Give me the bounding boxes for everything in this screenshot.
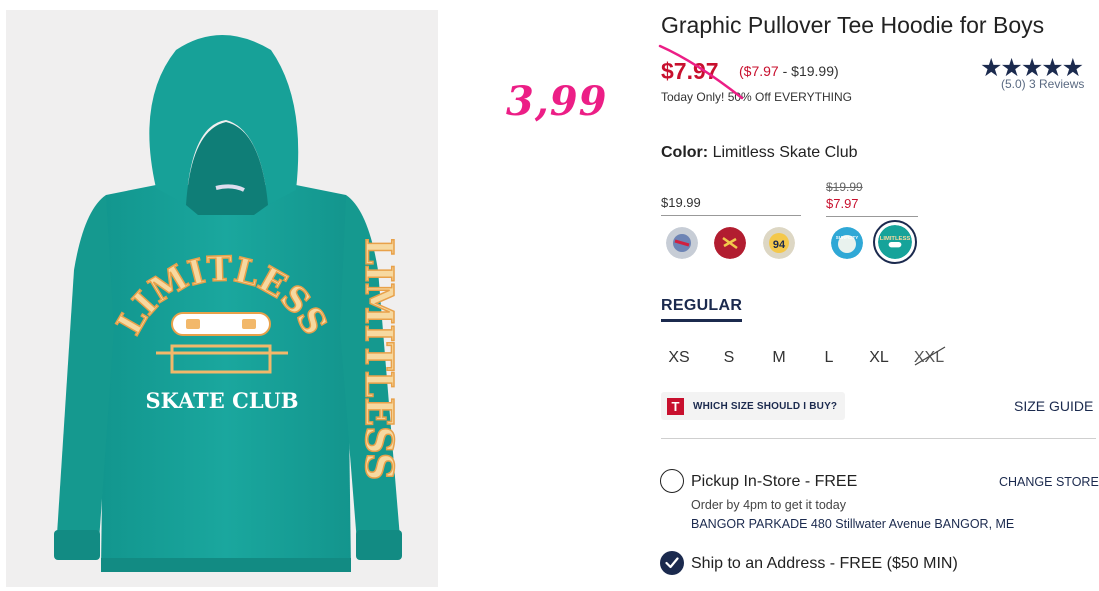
t-logo-icon: T	[667, 397, 684, 415]
price-range: ($7.97 - $19.99)	[739, 63, 839, 79]
checkmark-icon	[665, 557, 679, 569]
swatch-5-selected[interactable]: LIMITLESS	[873, 220, 917, 264]
size-guide-link[interactable]: SIZE GUIDE	[1014, 398, 1093, 414]
handwritten-price-note: 3,99	[506, 78, 608, 125]
swatch-4-icon: SURFCITY	[831, 227, 863, 259]
product-image[interactable]: LIMITLESS SKATE CLUB LIMITLESS	[6, 10, 438, 587]
hoodie-illustration: LIMITLESS SKATE CLUB LIMITLESS	[6, 10, 438, 587]
ship-checked-radio[interactable]	[660, 551, 684, 575]
price-range-dash: -	[778, 63, 792, 79]
color-label-row: Color: Limitless Skate Club	[661, 144, 858, 162]
color-value: Limitless Skate Club	[712, 144, 858, 161]
size-xl[interactable]: XL	[859, 349, 899, 367]
product-title: Graphic Pullover Tee Hoodie for Boys	[661, 12, 1045, 38]
swatch-5-text: LIMITLESS	[880, 236, 911, 242]
size-s[interactable]: S	[709, 349, 749, 367]
order-by-text: Order by 4pm to get it today	[691, 498, 846, 512]
swatch-3-icon: 94	[763, 227, 795, 259]
chest-subtitle-text: SKATE CLUB	[145, 388, 298, 413]
pickup-label[interactable]: Pickup In-Store - FREE	[691, 473, 857, 491]
sale-price: $7.97	[661, 58, 719, 84]
size-xs[interactable]: XS	[659, 349, 699, 367]
reviews-link[interactable]: (5.0) 3 Reviews	[1001, 77, 1084, 91]
size-xxl-unavailable[interactable]: XXL	[909, 346, 949, 367]
swatch-group-sale-price: $19.99 $7.97	[826, 180, 918, 217]
swatch-1-icon	[666, 227, 698, 259]
which-size-button[interactable]: T WHICH SIZE SHOULD I BUY?	[661, 392, 846, 420]
group-price: $19.99	[661, 195, 701, 210]
swatch-2[interactable]	[714, 227, 746, 259]
pickup-radio[interactable]	[660, 469, 684, 493]
swatch-2-icon	[714, 227, 746, 259]
change-store-link[interactable]: CHANGE STORE	[999, 475, 1099, 489]
which-size-label: WHICH SIZE SHOULD I BUY?	[693, 400, 838, 412]
group-original-price: $19.99	[826, 180, 863, 194]
group-sale-price: $7.97	[826, 196, 859, 211]
swatch-4[interactable]: SURFCITY	[831, 227, 863, 259]
swatch-1[interactable]	[666, 227, 698, 259]
size-l[interactable]: L	[809, 349, 849, 367]
store-address: BANGOR PARKADE 480 Stillwater Avenue BAN…	[691, 517, 1015, 531]
color-label: Color:	[661, 144, 709, 161]
strike-through-icon	[914, 346, 946, 366]
ship-to-address-label[interactable]: Ship to an Address - FREE ($50 MIN)	[691, 555, 958, 573]
promo-text: Today Only! 50% Off EVERYTHING	[661, 90, 852, 104]
tab-regular[interactable]: REGULAR	[661, 297, 743, 322]
swatch-5-icon: LIMITLESS	[878, 225, 912, 259]
swatch-3[interactable]: 94	[763, 227, 795, 259]
swatch-group-regular-price: $19.99	[661, 195, 801, 216]
size-m[interactable]: M	[759, 349, 799, 367]
swatch-4-text: SURFCITY	[836, 235, 859, 240]
sleeve-text: LIMITLESS	[357, 238, 402, 480]
price-range-low: ($7.97	[739, 63, 779, 79]
swatch-3-text: 94	[773, 239, 786, 251]
divider	[661, 438, 1096, 439]
price-range-high: $19.99)	[791, 63, 839, 79]
